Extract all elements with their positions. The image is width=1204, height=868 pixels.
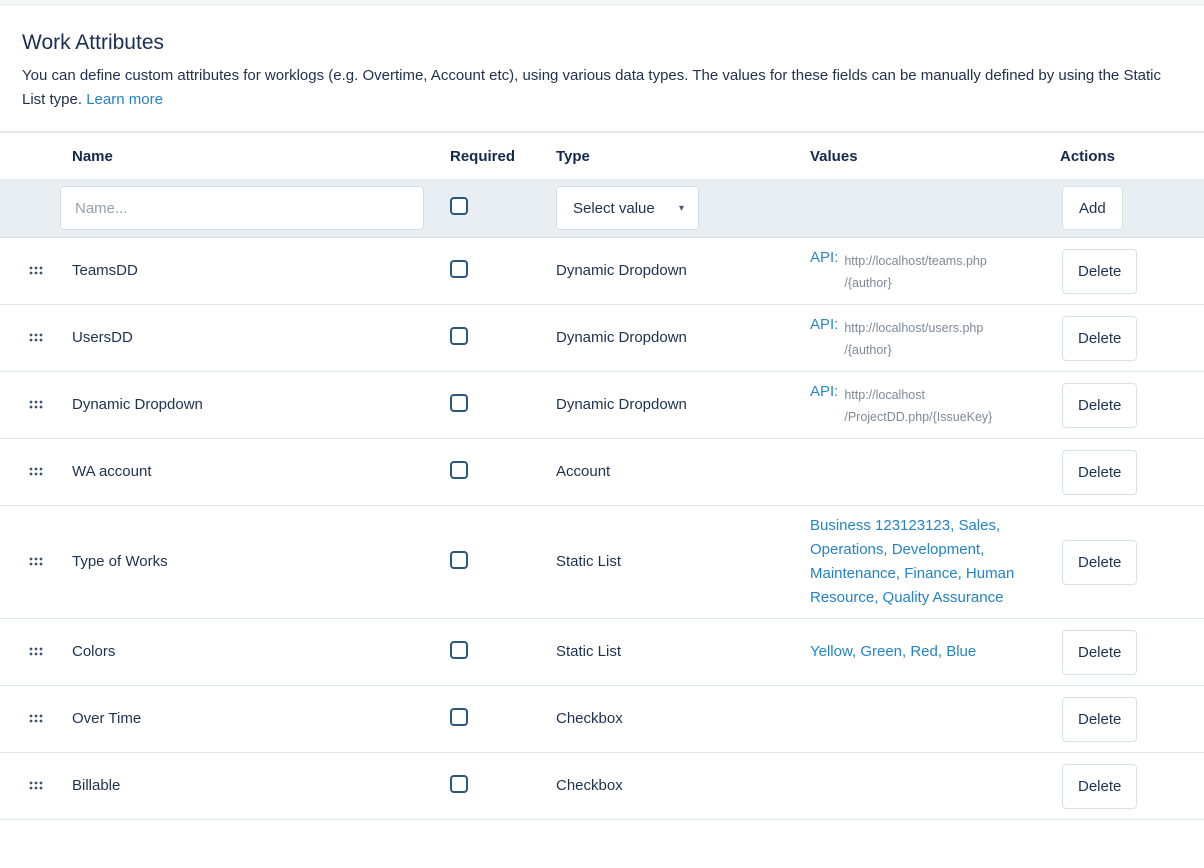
attribute-name: TeamsDD	[72, 262, 138, 279]
delete-button[interactable]: Delete	[1062, 249, 1137, 294]
page-title: Work Attributes	[22, 31, 1182, 55]
attribute-name: Billable	[72, 777, 120, 794]
attribute-name: Colors	[72, 643, 115, 660]
api-url: http://localhost/teams.php/{author}	[844, 249, 986, 294]
attribute-type: Dynamic Dropdown	[556, 262, 687, 279]
required-checkbox[interactable]	[450, 260, 468, 278]
table-row: Billable Checkbox Delete	[0, 753, 1204, 820]
delete-button[interactable]: Delete	[1062, 383, 1137, 428]
attribute-type: Dynamic Dropdown	[556, 329, 687, 346]
work-attributes-table: Name Required Type Values Actions Select…	[0, 131, 1204, 820]
attribute-name: WA account	[72, 463, 151, 480]
delete-button[interactable]: Delete	[1062, 450, 1137, 495]
column-header-required: Required	[450, 148, 556, 165]
attribute-name: UsersDD	[72, 329, 133, 346]
attribute-type: Static List	[556, 553, 621, 570]
drag-handle-icon[interactable]	[29, 714, 43, 723]
table-row: UsersDD Dynamic Dropdown API: http://loca…	[0, 305, 1204, 372]
static-list-values: Yellow, Green, Red, Blue	[810, 643, 976, 660]
drag-handle-icon[interactable]	[29, 333, 43, 342]
static-list-values: Business 123123123, Sales, Operations, D…	[810, 517, 1014, 606]
chevron-down-icon: ▾	[679, 203, 684, 214]
delete-button[interactable]: Delete	[1062, 316, 1137, 361]
table-row: Dynamic Dropdown Dynamic Dropdown API: ht…	[0, 372, 1204, 439]
column-header-actions: Actions	[1060, 148, 1204, 165]
new-attribute-required-checkbox[interactable]	[450, 197, 468, 215]
table-row: TeamsDD Dynamic Dropdown API: http://loca…	[0, 238, 1204, 305]
drag-handle-icon[interactable]	[29, 266, 43, 275]
attribute-name: Type of Works	[72, 553, 168, 570]
required-checkbox[interactable]	[450, 461, 468, 479]
column-header-name: Name	[72, 148, 450, 165]
attribute-type: Static List	[556, 643, 621, 660]
delete-button[interactable]: Delete	[1062, 764, 1137, 809]
required-checkbox[interactable]	[450, 394, 468, 412]
attribute-name: Over Time	[72, 710, 141, 727]
required-checkbox[interactable]	[450, 775, 468, 793]
required-checkbox[interactable]	[450, 641, 468, 659]
attribute-values	[810, 464, 1022, 480]
drag-handle-icon[interactable]	[29, 467, 43, 476]
attribute-values: API: http://localhost/users.php/{author}	[810, 308, 1022, 369]
attribute-type: Checkbox	[556, 777, 623, 794]
attribute-values: Yellow, Green, Red, Blue	[810, 632, 1022, 672]
api-url-line: /ProjectDD.php/{IssueKey}	[844, 406, 992, 428]
delete-button[interactable]: Delete	[1062, 630, 1137, 675]
drag-handle-icon[interactable]	[29, 781, 43, 790]
description-text: You can define custom attributes for wor…	[22, 67, 1161, 108]
api-url-line: http://localhost	[844, 384, 992, 406]
attribute-type: Dynamic Dropdown	[556, 396, 687, 413]
api-url-line: /{author}	[844, 339, 983, 361]
api-url-line: http://localhost/users.php	[844, 317, 983, 339]
api-url: http://localhost/ProjectDD.php/{IssueKey…	[844, 383, 992, 428]
drag-handle-icon[interactable]	[29, 400, 43, 409]
attribute-type: Account	[556, 463, 610, 480]
table-row: WA account Account Delete	[0, 439, 1204, 506]
table-row: Type of Works Static List Business 12312…	[0, 506, 1204, 619]
api-label: API:	[810, 316, 838, 334]
drag-handle-icon[interactable]	[29, 557, 43, 566]
attribute-values: API: http://localhost/teams.php/{author}	[810, 241, 1022, 302]
required-checkbox[interactable]	[450, 327, 468, 345]
column-header-values: Values	[810, 148, 1060, 165]
required-checkbox[interactable]	[450, 708, 468, 726]
table-header-row: Name Required Type Values Actions	[0, 131, 1204, 179]
delete-button[interactable]: Delete	[1062, 697, 1137, 742]
top-section-divider	[0, 0, 1204, 5]
new-attribute-name-input[interactable]	[60, 186, 424, 230]
attribute-values	[810, 711, 1022, 727]
api-url: http://localhost/users.php/{author}	[844, 316, 983, 361]
api-label: API:	[810, 249, 838, 267]
delete-button[interactable]: Delete	[1062, 540, 1137, 585]
column-header-type: Type	[556, 148, 810, 165]
attribute-values: API: http://localhost/ProjectDD.php/{Issu…	[810, 375, 1022, 436]
table-row: Colors Static List Yellow, Green, Red, B…	[0, 619, 1204, 686]
api-label: API:	[810, 383, 838, 401]
table-row: Over Time Checkbox Delete	[0, 686, 1204, 753]
learn-more-link[interactable]: Learn more	[86, 91, 163, 108]
attribute-values	[810, 778, 1022, 794]
type-select-label: Select value	[573, 200, 655, 217]
new-attribute-type-select[interactable]: Select value ▾	[556, 186, 699, 230]
new-attribute-row: Select value ▾ Add	[0, 179, 1204, 238]
add-button[interactable]: Add	[1062, 186, 1123, 230]
attribute-values: Business 123123123, Sales, Operations, D…	[810, 506, 1022, 618]
attribute-name: Dynamic Dropdown	[72, 396, 203, 413]
required-checkbox[interactable]	[450, 551, 468, 569]
page-description: You can define custom attributes for wor…	[22, 64, 1177, 112]
table-body: TeamsDD Dynamic Dropdown API: http://loca…	[0, 238, 1204, 820]
attribute-type: Checkbox	[556, 710, 623, 727]
drag-handle-icon[interactable]	[29, 647, 43, 656]
api-url-line: http://localhost/teams.php	[844, 250, 986, 272]
api-url-line: /{author}	[844, 272, 986, 294]
